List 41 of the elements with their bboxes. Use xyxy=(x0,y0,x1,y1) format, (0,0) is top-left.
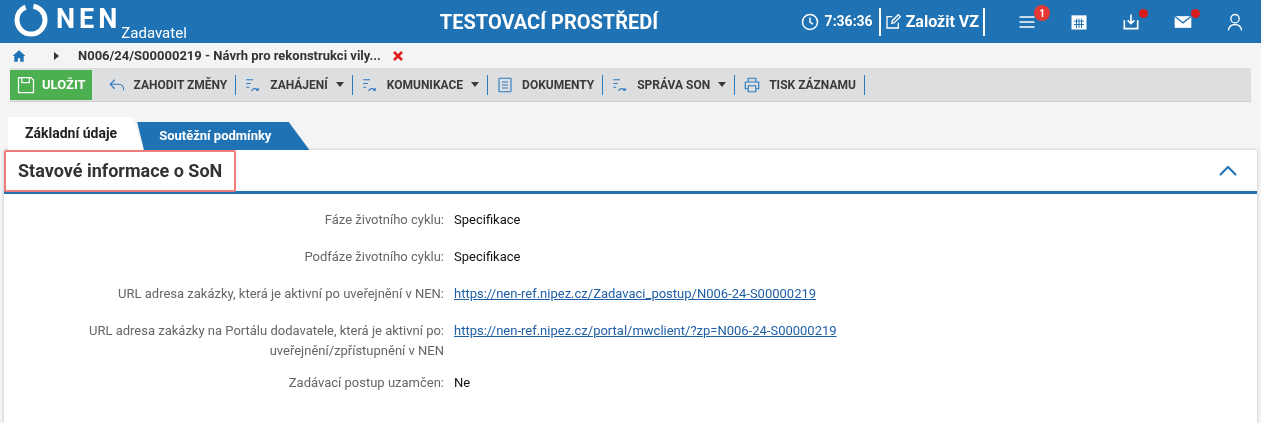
home-icon[interactable] xyxy=(12,48,26,63)
notification-badge: 1 xyxy=(1034,5,1050,21)
url-link[interactable]: https://nen-ref.nipez.cz/portal/mwclient/?zp=N006-24-S00000219 xyxy=(454,321,837,341)
field-label: Zadávací postup uzamčen: xyxy=(287,374,444,392)
create-button[interactable]: Založit VZ xyxy=(880,9,983,34)
clock-icon xyxy=(800,12,819,31)
field-label: Podfáze životního cyklu: xyxy=(303,248,444,266)
field-label: URL adresa zakázky na Portálu dodavatele, která je aktivní po: uveřejnění/zpřístupnění v NEN xyxy=(87,322,444,360)
caret-down-icon xyxy=(335,82,344,87)
clock-time: 7:36:36 xyxy=(824,12,873,31)
tab[interactable]: Základní údaje xyxy=(8,117,144,150)
field-label: Fáze životního cyklu: xyxy=(323,211,444,229)
field-value: Specifikace xyxy=(454,248,521,266)
logo-text: NEN xyxy=(56,5,122,33)
document-icon xyxy=(496,75,515,94)
toolbar-button[interactable]: SPRÁVA SON xyxy=(607,75,731,94)
logo-subtitle: Zadavatel xyxy=(121,25,187,41)
close-icon[interactable] xyxy=(392,50,403,61)
tab[interactable]: Soutěžní podmínky xyxy=(137,122,310,150)
section-title: Stavové informace o SoN xyxy=(4,149,237,192)
toolbar-button[interactable]: ZAHODIT ZMĚNY xyxy=(103,75,232,94)
logo-icon xyxy=(14,2,48,37)
printer-icon xyxy=(743,75,762,94)
caret-down-icon xyxy=(471,82,480,87)
collapse-button[interactable] xyxy=(1219,164,1237,177)
environment-title: TESTOVACÍ PROSTŘEDÍ xyxy=(438,8,660,36)
breadcrumb-item[interactable]: N006/24/S00000219 - Návrh pro rekonstrukci vily... xyxy=(78,45,381,66)
edit-icon xyxy=(884,13,901,30)
field-value: Specifikace xyxy=(454,211,521,229)
caret-down-icon xyxy=(718,82,727,87)
toolbar-button[interactable]: TISK ZÁZNAMU xyxy=(739,75,860,94)
chevron-icon xyxy=(1219,164,1237,177)
toolbar-button[interactable]: DOKUMENTY xyxy=(492,75,599,94)
menu-button[interactable]: 1 xyxy=(1001,0,1053,43)
field-value: Ne xyxy=(454,374,471,392)
field-label: URL adresa zakázky, která je aktivní po uveřejnění v NEN: xyxy=(117,285,444,303)
url-link[interactable]: https://nen-ref.nipez.cz/Zadavaci_postup/N006-24-S00000219 xyxy=(454,284,817,304)
caret-icon xyxy=(52,51,60,60)
toolbar-button[interactable]: ZAHÁJENÍ xyxy=(240,75,348,94)
toolbar-button[interactable]: KOMUNIKACE xyxy=(356,75,484,94)
user-icon xyxy=(1225,11,1245,32)
